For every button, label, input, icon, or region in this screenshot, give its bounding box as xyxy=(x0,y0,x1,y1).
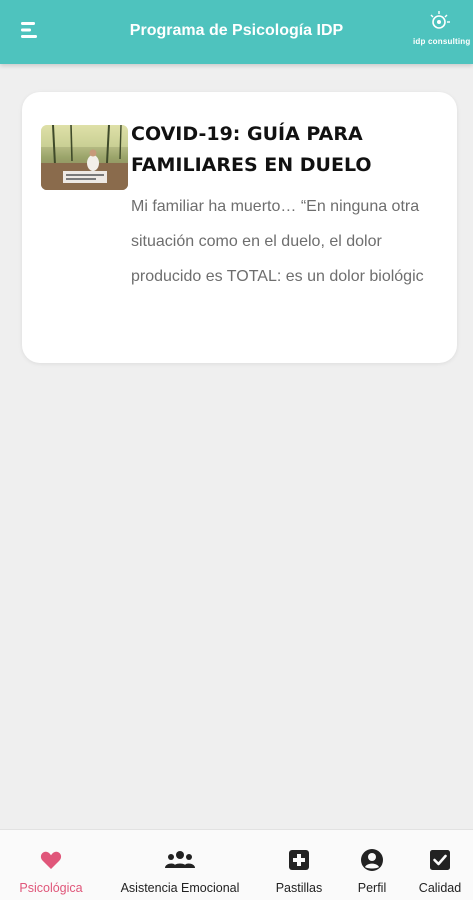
nav-label: Perfil xyxy=(357,881,387,895)
grief-photo-thumbnail xyxy=(41,125,128,190)
logo-text: idp consulting xyxy=(413,37,471,46)
nav-item-psicologica[interactable]: Psicológica xyxy=(6,830,96,900)
nav-item-asistencia-emocional[interactable]: Asistencia Emocional xyxy=(111,830,249,900)
idp-logo: idp consulting xyxy=(413,10,470,46)
heart-icon xyxy=(39,848,63,872)
plus-box-icon xyxy=(287,848,311,872)
nav-label: Calidad xyxy=(418,881,462,895)
article-title: COVID-19: GUÍA PARA FAMILIARES EN DUELO xyxy=(131,123,372,176)
nav-item-pastillas[interactable]: Pastillas xyxy=(268,830,330,900)
nav-item-perfil[interactable]: Perfil xyxy=(346,830,398,900)
article-card[interactable]: COVID-19: GUÍA PARA FAMILIARES EN DUELO … xyxy=(22,92,457,363)
bottom-navigation: Psicológica Asistencia Emocional Pastill… xyxy=(0,829,473,900)
nav-label: Pastillas xyxy=(275,881,323,895)
app-title: Programa de Psicología IDP xyxy=(129,22,344,39)
nav-label: Psicológica xyxy=(19,881,83,895)
article-excerpt: Mi familiar ha muerto… “En ninguna otra … xyxy=(131,198,424,285)
app-bar: Programa de Psicología IDP idp consultin… xyxy=(0,0,473,64)
group-icon xyxy=(164,848,196,872)
nav-label: Asistencia Emocional xyxy=(120,881,240,895)
checkbox-icon xyxy=(428,848,452,872)
user-circle-icon xyxy=(360,848,384,872)
nav-item-calidad[interactable]: Calidad xyxy=(412,830,468,900)
